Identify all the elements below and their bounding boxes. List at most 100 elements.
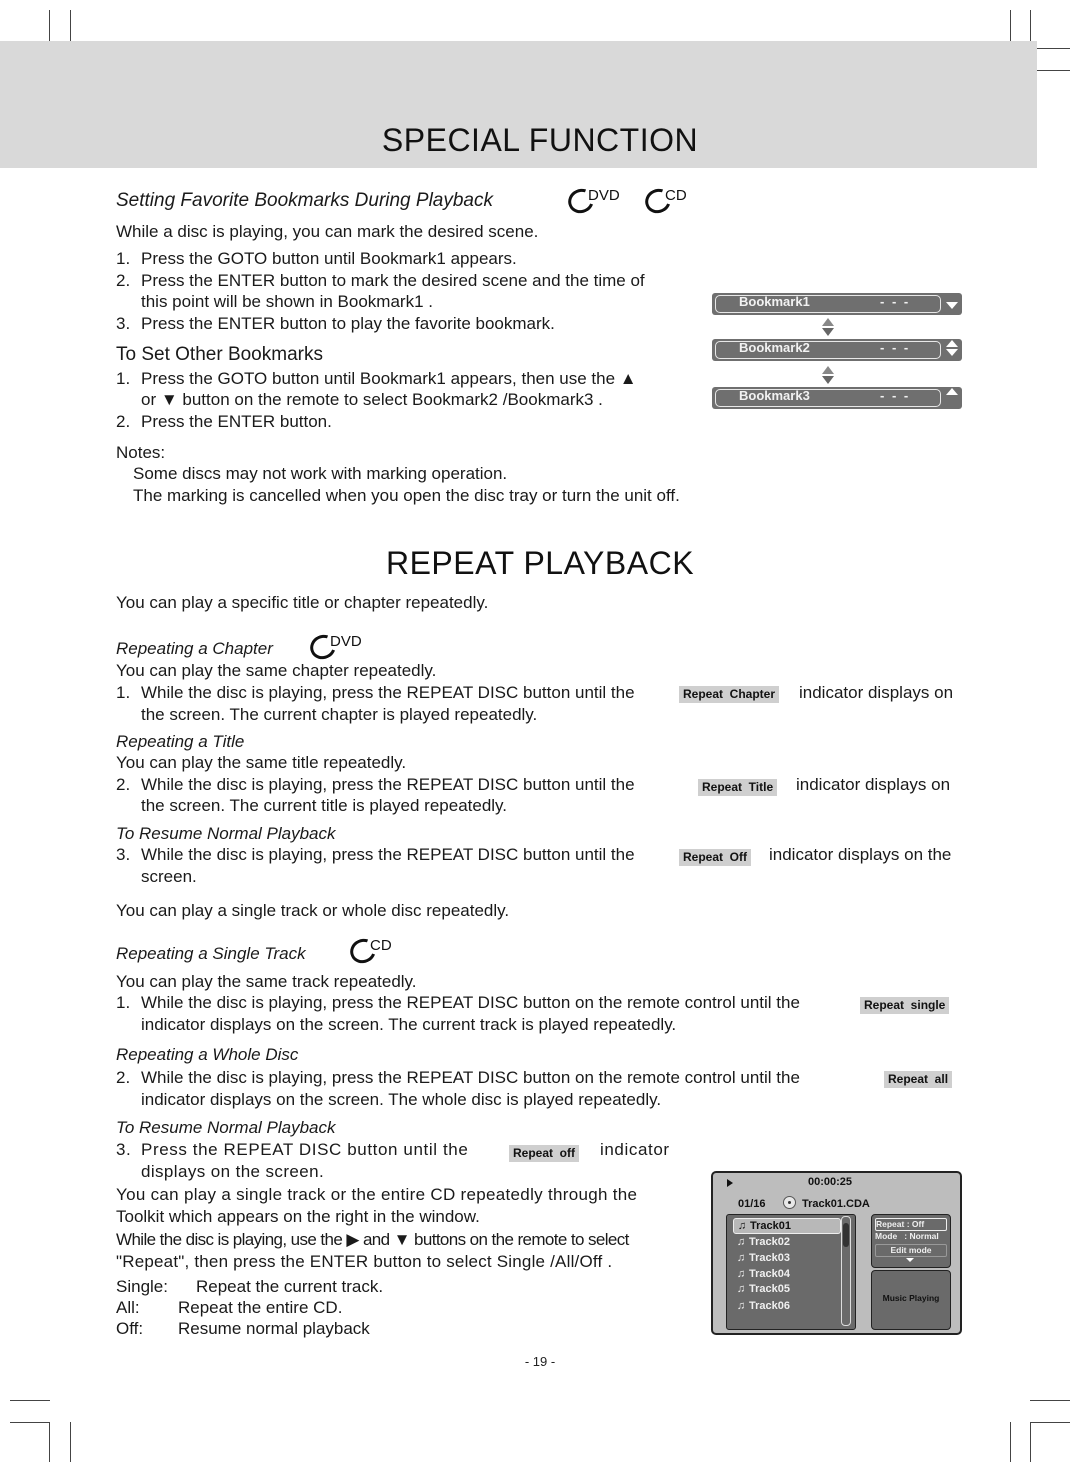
resume-dvd-step-post: indicator displays on the xyxy=(769,845,952,864)
crop-mark xyxy=(1010,1422,1011,1462)
crop-mark xyxy=(1030,1422,1070,1423)
resume-cd-step: 3. Press the REPEAT DISC button until the xyxy=(116,1140,469,1159)
arrow-down-icon xyxy=(945,293,959,311)
up-down-arrows-icon xyxy=(822,318,836,338)
play-icon xyxy=(727,1179,733,1187)
crop-mark xyxy=(10,1400,50,1401)
page-number: - 19 - xyxy=(524,1354,556,1369)
chapter-heading: Repeating a Chapter xyxy=(116,639,273,658)
title-heading: Repeating a Title xyxy=(116,732,245,751)
page-title: SPECIAL FUNCTION xyxy=(381,122,699,158)
playback-time: 00:00:25 xyxy=(808,1176,853,1188)
track-item[interactable]: ♫ Track02 xyxy=(733,1235,839,1249)
note-item: The marking is cancelled when you open t… xyxy=(133,486,680,505)
bookmark-osd-row: Bookmark1 - - - xyxy=(712,293,962,315)
other-bookmark-step: 2. Press the ENTER button. xyxy=(116,412,332,431)
option-desc: Repeat the entire CD. xyxy=(178,1298,343,1317)
track-item[interactable]: ♫ Track01 xyxy=(733,1218,841,1234)
bookmarks-heading: Setting Favorite Bookmarks During Playba… xyxy=(116,190,493,211)
whole-step: 2. While the disc is playing, press the R… xyxy=(116,1068,800,1087)
repeat-off-badge: Repeat off xyxy=(509,1145,580,1162)
single-heading: Repeating a Single Track xyxy=(116,944,306,963)
option-key: All: xyxy=(116,1298,140,1317)
arrow-up-icon xyxy=(945,387,959,405)
repeat-all-badge: Repeat all xyxy=(884,1071,953,1088)
single-step-cont: indicator displays on the screen. The cu… xyxy=(141,1015,677,1034)
crop-mark xyxy=(70,1422,71,1462)
track-item[interactable]: ♫ Track05 xyxy=(733,1282,839,1296)
bookmarks-intro: While a disc is playing, you can mark th… xyxy=(116,222,539,241)
repeat-chapter-badge: Repeat Chapter xyxy=(679,686,780,703)
repeat-off-badge: Repeat Off xyxy=(679,849,752,866)
other-bookmark-step-cont: or ▼ button on the remote to select Book… xyxy=(141,390,603,409)
track-list-scrollbar[interactable] xyxy=(841,1216,851,1326)
crop-mark xyxy=(1030,1400,1070,1401)
whole-step-cont: indicator displays on the screen. The wh… xyxy=(141,1090,662,1109)
music-note-icon: ♫ xyxy=(736,1236,746,1248)
up-down-arrows-icon xyxy=(822,366,836,386)
single-desc: You can play the same track repeatedly. xyxy=(116,972,417,991)
chevron-down-icon xyxy=(906,1258,914,1262)
toolkit-repeat[interactable]: Repeat : Off xyxy=(875,1218,947,1231)
title-step-post: indicator displays on xyxy=(796,775,951,794)
note-item: Some discs may not work with marking ope… xyxy=(133,464,508,483)
toolkit-panel: Repeat : Off Mode : Normal Edit mode xyxy=(871,1214,951,1268)
music-note-icon: ♫ xyxy=(736,1252,746,1264)
resume-dvd-heading: To Resume Normal Playback xyxy=(116,824,336,843)
toolkit-mode[interactable]: Mode : Normal xyxy=(875,1231,945,1242)
resume-dvd-step: 3. While the disc is playing, press the R… xyxy=(116,845,635,864)
option-key: Off: xyxy=(116,1319,144,1338)
chapter-step-cont: the screen. The current chapter is playe… xyxy=(141,705,538,724)
current-file: Track01.CDA xyxy=(802,1198,870,1210)
option-desc: Repeat the current track. xyxy=(196,1277,384,1296)
music-note-icon: ♫ xyxy=(737,1220,747,1232)
bookmark-osd-row: Bookmark2 - - - xyxy=(712,339,962,361)
bookmark-step-cont: this point will be shown in Bookmark1 . xyxy=(141,292,433,311)
repeat-section-title: REPEAT PLAYBACK xyxy=(385,545,695,581)
crop-mark xyxy=(49,1422,50,1462)
repeat-single-badge: Repeat single xyxy=(860,997,950,1014)
title-step-cont: the screen. The current title is played … xyxy=(141,796,508,815)
bookmark-step: 2. Press the ENTER button to mark the des… xyxy=(116,271,645,290)
track-count: 01/16 xyxy=(738,1198,766,1210)
cd-intro: You can play a single track or whole dis… xyxy=(116,901,510,920)
music-note-icon: ♫ xyxy=(736,1268,746,1280)
toolkit-edit-mode[interactable]: Edit mode xyxy=(875,1244,947,1257)
track-item[interactable]: ♫ Track06 xyxy=(733,1299,839,1313)
resume-cd-step-cont: displays on the screen. xyxy=(141,1162,325,1181)
resume-cd-heading: To Resume Normal Playback xyxy=(116,1118,336,1137)
title-desc: You can play the same title repeatedly. xyxy=(116,753,407,772)
single-step: 1. While the disc is playing, press the R… xyxy=(116,993,800,1012)
status-panel: Music Playing xyxy=(871,1270,951,1330)
toolkit-text: Toolkit which appears on the right in th… xyxy=(116,1207,480,1226)
bookmark-step: 3. Press the ENTER button to play the fav… xyxy=(116,314,555,333)
crop-mark xyxy=(10,1422,50,1423)
toolkit-text: "Repeat", then press the ENTER button to… xyxy=(116,1252,613,1271)
option-key: Single: xyxy=(116,1277,168,1296)
other-bookmark-step: 1. Press the GOTO button until Bookmark1 … xyxy=(116,369,637,388)
title-step: 2. While the disc is playing, press the R… xyxy=(116,775,635,794)
bookmark-step: 1. Press the GOTO button until Bookmark1 … xyxy=(116,249,517,268)
scrollbar-thumb[interactable] xyxy=(843,1223,849,1247)
toolkit-text: While the disc is playing, use the ▶ and… xyxy=(116,1230,629,1249)
whole-heading: Repeating a Whole Disc xyxy=(116,1045,299,1064)
repeat-intro: You can play a specific title or chapter… xyxy=(116,593,489,612)
chapter-step: 1. While the disc is playing, press the R… xyxy=(116,683,635,702)
resume-dvd-step-cont: screen. xyxy=(141,867,197,886)
option-desc: Resume normal playback xyxy=(178,1319,370,1338)
track-item[interactable]: ♫ Track03 xyxy=(733,1251,839,1265)
repeat-title-badge: Repeat Title xyxy=(698,779,778,796)
arrow-up-down-icon xyxy=(945,339,959,357)
status-text: Music Playing xyxy=(882,1293,940,1303)
music-note-icon: ♫ xyxy=(736,1300,746,1312)
resume-cd-step-post: indicator xyxy=(600,1140,670,1159)
chapter-step-post: indicator displays on xyxy=(799,683,954,702)
notes-label: Notes: xyxy=(116,443,166,462)
track-item[interactable]: ♫ Track04 xyxy=(733,1267,839,1281)
bookmark-osd-row: Bookmark3 - - - xyxy=(712,387,962,409)
other-bookmarks-heading: To Set Other Bookmarks xyxy=(116,344,323,365)
disc-icon xyxy=(783,1196,796,1209)
cd-player-screen: 00:00:25 01/16 Track01.CDA ♫ Track01 ♫ Tra… xyxy=(711,1171,962,1335)
chapter-desc: You can play the same chapter repeatedly… xyxy=(116,661,437,680)
track-list: ♫ Track01 ♫ Track02 ♫ Track03 ♫ Track04 ♫ Tra… xyxy=(726,1214,856,1330)
